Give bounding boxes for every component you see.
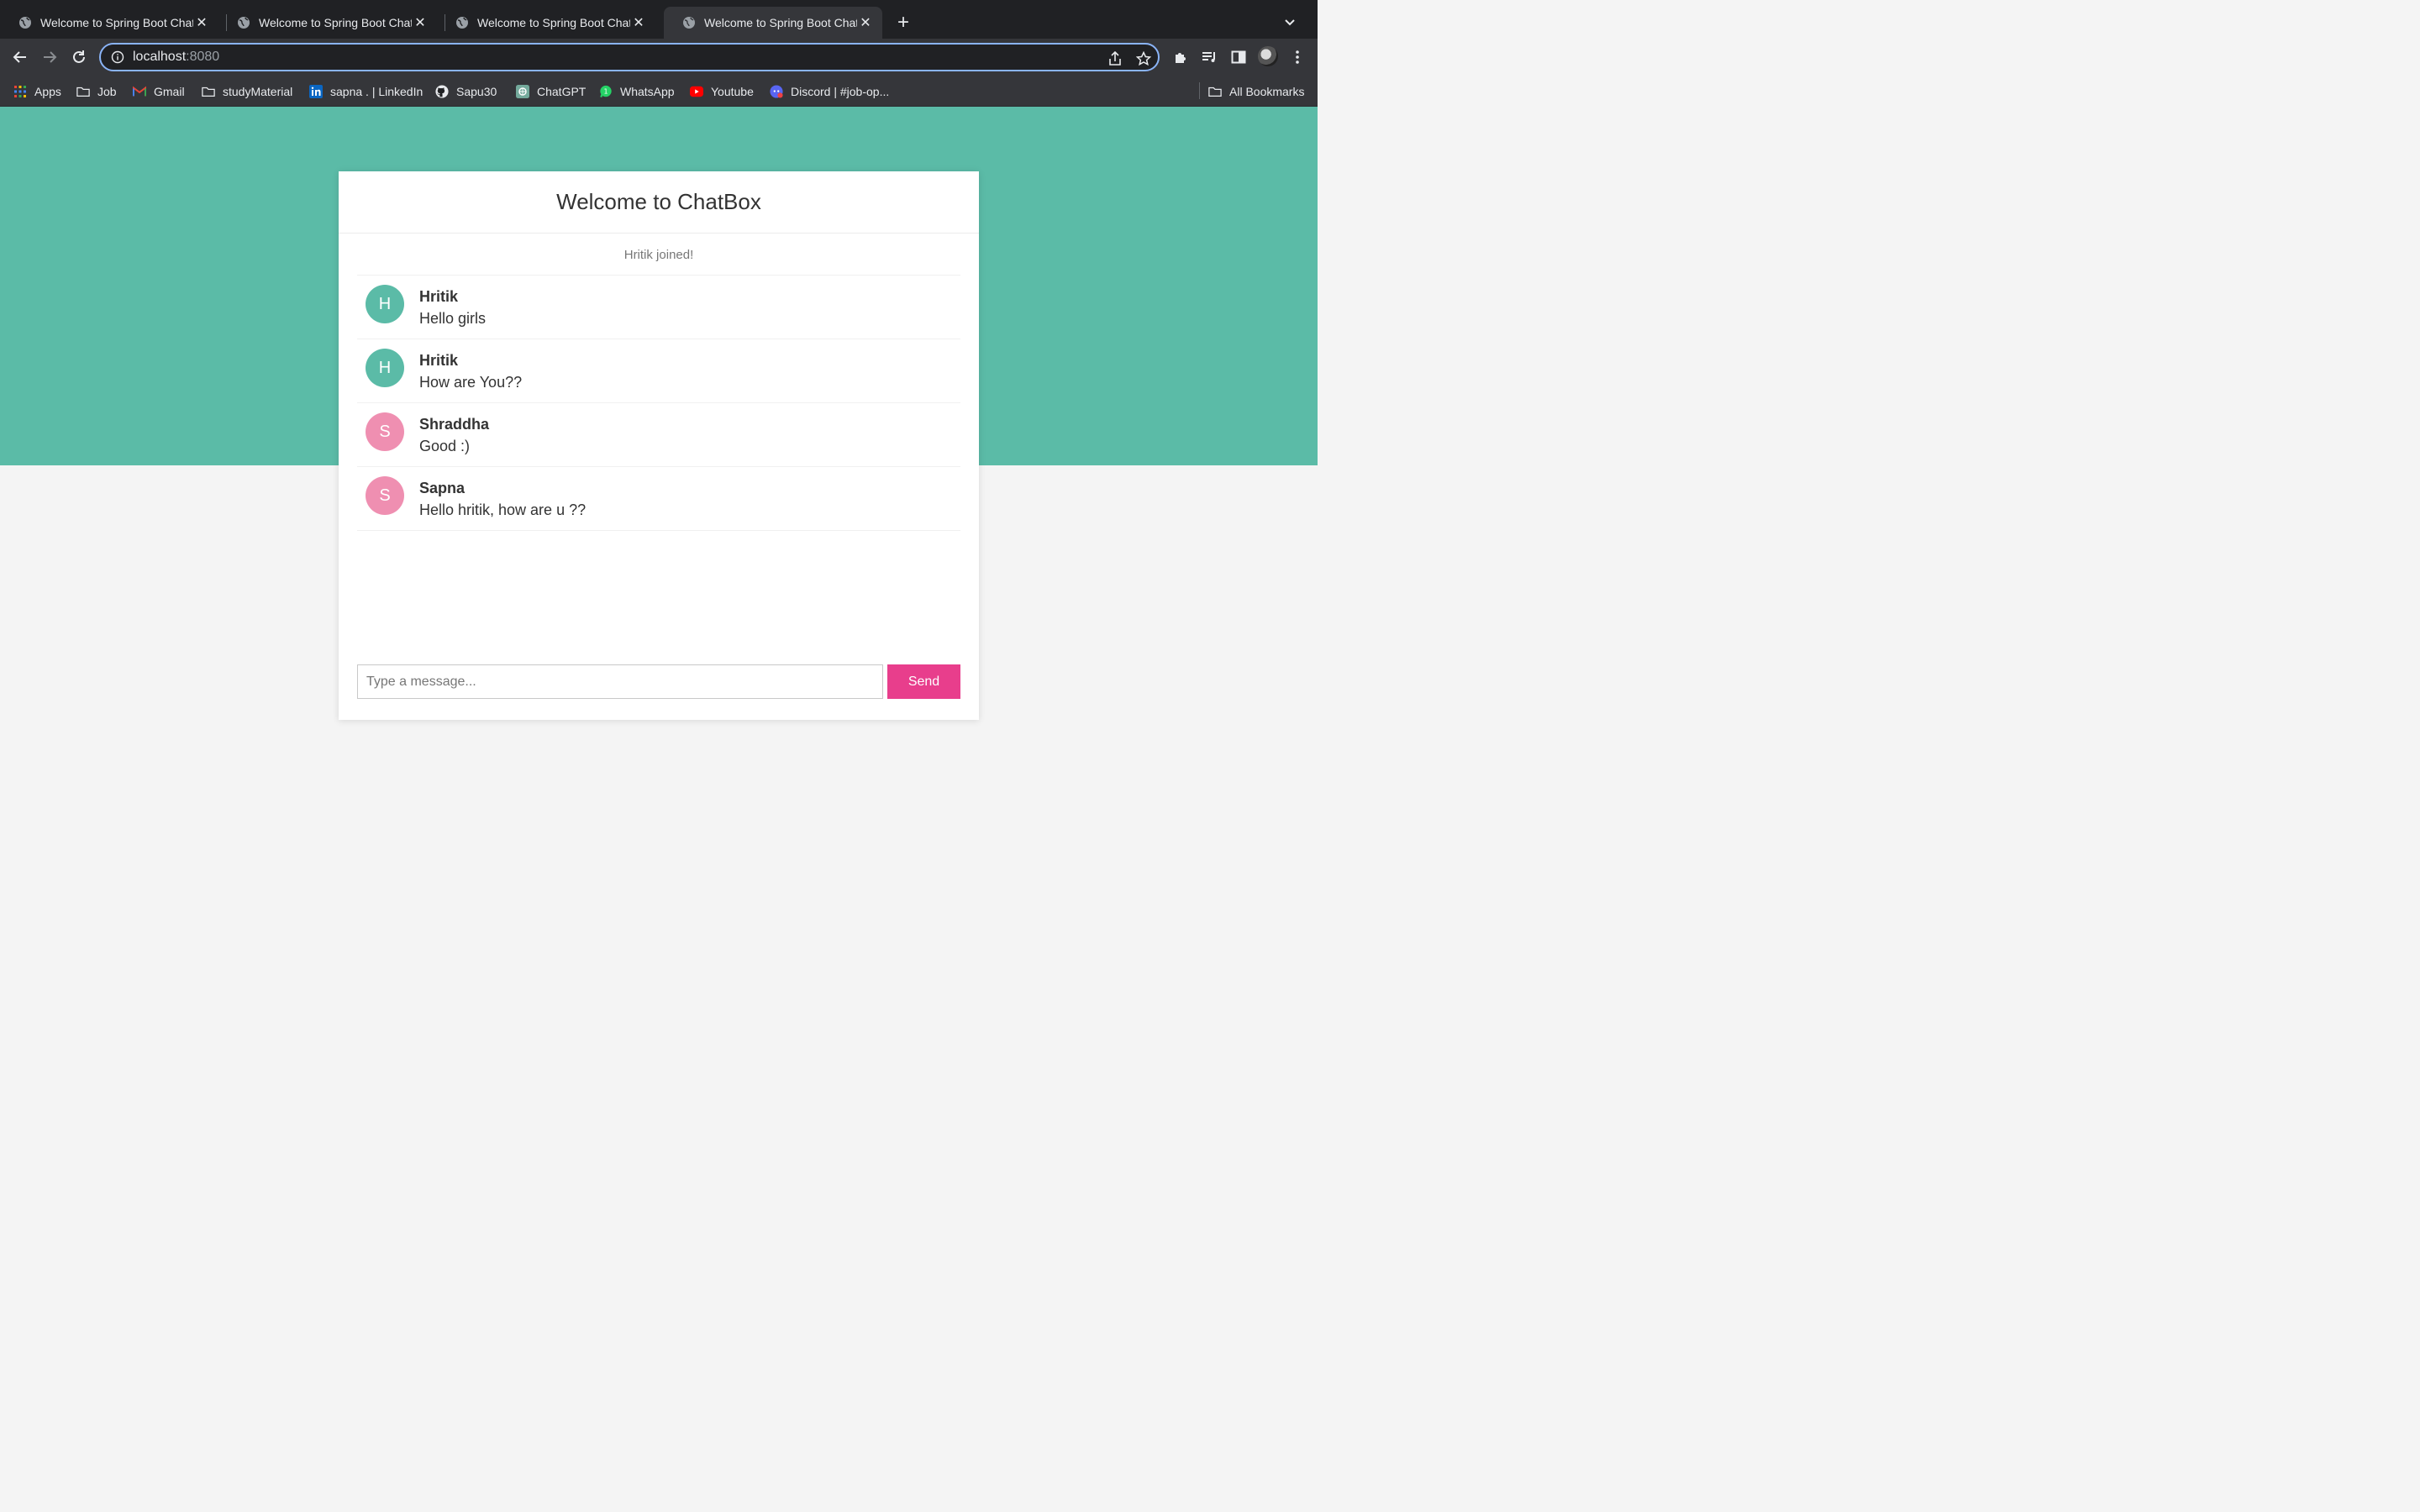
chatgpt-icon bbox=[516, 85, 529, 98]
chat-message: S Sapna Hello hritik, how are u ?? bbox=[357, 467, 960, 531]
message-sender: Sapna bbox=[419, 480, 466, 496]
bookmark-label: Discord | #job-op... bbox=[791, 85, 890, 98]
message-text: Hello hritik, how are u ?? bbox=[419, 501, 587, 518]
gmail-icon bbox=[133, 85, 146, 98]
all-bookmarks-label: All Bookmarks bbox=[1229, 85, 1305, 98]
forward-arrow-icon[interactable] bbox=[39, 47, 60, 67]
whatsapp-icon: 1 bbox=[599, 85, 613, 98]
message-list: Hritik joined! H Hritik Hello girls H Hr… bbox=[357, 234, 960, 531]
reload-icon[interactable] bbox=[69, 47, 89, 67]
chat-message: S Shraddha Good :) bbox=[357, 403, 960, 467]
discord-icon bbox=[770, 85, 783, 98]
chevron-down-icon[interactable] bbox=[1281, 13, 1299, 32]
close-tab-icon[interactable]: ✕ bbox=[193, 14, 210, 31]
avatar: H bbox=[366, 349, 404, 387]
message-text: Good :) bbox=[419, 438, 471, 454]
browser-tab-3[interactable]: Welcome to Spring Boot Chat ✕ bbox=[437, 7, 655, 39]
bookmark-discord[interactable]: Discord | #job-op... bbox=[770, 83, 889, 100]
extensions-puzzle-icon[interactable] bbox=[1171, 48, 1190, 66]
youtube-icon bbox=[690, 85, 703, 98]
url-port: :8080 bbox=[186, 50, 220, 64]
close-tab-icon[interactable]: ✕ bbox=[857, 14, 874, 31]
bookmark-chatgpt[interactable]: ChatGPT bbox=[516, 83, 586, 100]
globe-icon bbox=[19, 17, 31, 29]
bookmark-star-icon[interactable] bbox=[1134, 50, 1153, 68]
bookmark-label: WhatsApp bbox=[620, 85, 675, 98]
close-tab-icon[interactable]: ✕ bbox=[630, 14, 647, 31]
message-sender: Shraddha bbox=[419, 416, 490, 433]
message-sender: Hritik bbox=[419, 288, 459, 305]
bookmarks-divider bbox=[1199, 82, 1200, 99]
bookmark-apps[interactable]: Apps bbox=[13, 83, 61, 100]
bookmark-label: Sapu30 bbox=[456, 85, 497, 98]
avatar: S bbox=[366, 412, 404, 451]
more-menu-icon[interactable] bbox=[1288, 48, 1307, 66]
bookmark-label: Job bbox=[97, 85, 117, 98]
event-message: Hritik joined! bbox=[357, 234, 960, 276]
chat-container: Welcome to ChatBox Hritik joined! H Hrit… bbox=[339, 171, 979, 720]
folder-icon bbox=[76, 85, 90, 98]
avatar: S bbox=[366, 476, 404, 515]
globe-icon bbox=[683, 17, 695, 29]
bookmark-label: Youtube bbox=[711, 85, 754, 98]
tab-title: Welcome to Spring Boot Chat bbox=[477, 16, 630, 29]
bookmark-github[interactable]: Sapu30 bbox=[435, 83, 497, 100]
browser-toolbar: localhost:8080 bbox=[0, 39, 1318, 76]
bookmark-studymaterial[interactable]: studyMaterial bbox=[202, 83, 292, 100]
message-sender: Hritik bbox=[419, 352, 459, 369]
message-text: Hello girls bbox=[419, 310, 487, 327]
avatar: H bbox=[366, 285, 404, 323]
share-icon[interactable] bbox=[1106, 50, 1124, 68]
tab-title: Welcome to Spring Boot Chat bbox=[40, 16, 193, 29]
linkedin-icon bbox=[309, 85, 323, 98]
bookmark-label: sapna . | LinkedIn bbox=[330, 85, 424, 98]
svg-text:1: 1 bbox=[603, 88, 608, 96]
profile-avatar[interactable] bbox=[1258, 46, 1278, 66]
chat-message: H Hritik How are You?? bbox=[357, 339, 960, 403]
info-icon[interactable] bbox=[111, 50, 124, 64]
folder-icon bbox=[1208, 85, 1222, 98]
browser-tab-1[interactable]: Welcome to Spring Boot Chat ✕ bbox=[0, 7, 218, 39]
all-bookmarks-button[interactable]: All Bookmarks bbox=[1208, 83, 1304, 100]
globe-icon bbox=[238, 17, 250, 29]
bookmark-label: ChatGPT bbox=[537, 85, 587, 98]
message-input[interactable] bbox=[357, 664, 883, 699]
close-tab-icon[interactable]: ✕ bbox=[412, 14, 429, 31]
tab-strip: Welcome to Spring Boot Chat ✕ Welcome to… bbox=[0, 0, 1318, 39]
bookmark-job[interactable]: Job bbox=[76, 83, 117, 100]
bookmark-label: Apps bbox=[34, 85, 61, 98]
url-host: localhost bbox=[133, 50, 187, 64]
chat-message: H Hritik Hello girls bbox=[357, 276, 960, 339]
send-button[interactable]: Send bbox=[887, 664, 960, 699]
bookmark-linkedin[interactable]: sapna . | LinkedIn bbox=[309, 83, 423, 100]
chat-header: Welcome to ChatBox bbox=[339, 171, 979, 234]
browser-tab-2[interactable]: Welcome to Spring Boot Chat ✕ bbox=[218, 7, 437, 39]
message-text: How are You?? bbox=[419, 374, 523, 391]
back-arrow-icon[interactable] bbox=[10, 47, 30, 67]
bookmarks-bar: Apps Job Gmail studyMaterial sapna . | L… bbox=[0, 76, 1318, 107]
folder-icon bbox=[202, 85, 215, 98]
media-queue-icon[interactable] bbox=[1200, 48, 1218, 66]
bookmark-youtube[interactable]: Youtube bbox=[690, 83, 754, 100]
browser-tab-4-active[interactable]: Welcome to Spring Boot Chat ✕ bbox=[664, 7, 882, 39]
bookmark-label: studyMaterial bbox=[223, 85, 293, 98]
bookmark-label: Gmail bbox=[154, 85, 185, 98]
page-title: Welcome to ChatBox bbox=[556, 189, 761, 214]
new-tab-button[interactable]: + bbox=[892, 11, 914, 34]
bookmark-gmail[interactable]: Gmail bbox=[133, 83, 185, 100]
apps-grid-icon bbox=[13, 85, 27, 98]
address-bar[interactable]: localhost:8080 bbox=[99, 43, 1160, 71]
tab-title: Welcome to Spring Boot Chat bbox=[704, 16, 857, 29]
bookmark-whatsapp[interactable]: 1 WhatsApp bbox=[599, 83, 675, 100]
github-icon bbox=[435, 85, 449, 98]
tab-title: Welcome to Spring Boot Chat bbox=[259, 16, 412, 29]
globe-icon bbox=[456, 17, 468, 29]
message-composer: Send bbox=[357, 664, 960, 699]
side-panel-icon[interactable] bbox=[1229, 48, 1248, 66]
